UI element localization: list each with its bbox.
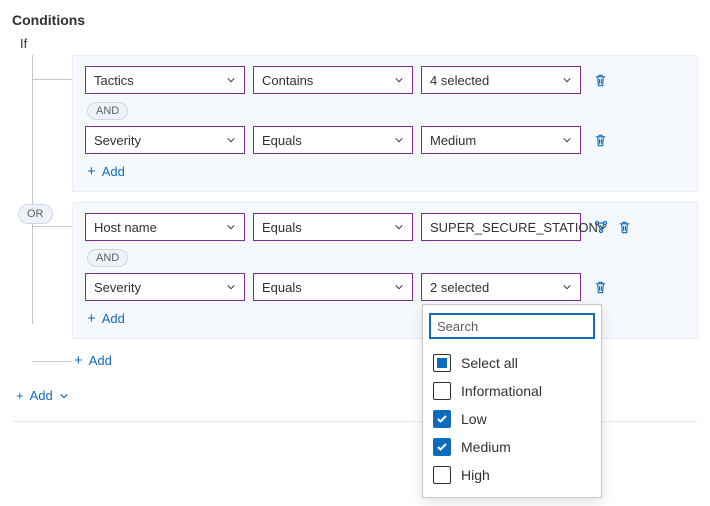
operator-select[interactable]: Equals — [253, 273, 413, 301]
value-text: 4 selected — [430, 73, 489, 88]
value-select-open[interactable]: 2 selected Select all Informational — [421, 273, 581, 301]
and-badge: AND — [87, 249, 128, 267]
operator-select[interactable]: Contains — [253, 66, 413, 94]
plus-icon: + — [87, 164, 96, 179]
field-value: Tactics — [94, 73, 134, 88]
add-rule-button[interactable]: + Add — [16, 388, 69, 403]
add-label: Add — [30, 388, 53, 403]
option-label: High — [461, 467, 490, 483]
option-label: Low — [461, 411, 487, 427]
value-select[interactable]: SUPER_SECURE_STATION — [421, 213, 581, 241]
operator-value: Equals — [262, 220, 302, 235]
or-badge: OR — [18, 204, 53, 224]
option-label: Medium — [461, 439, 511, 455]
conditions-tree: Tactics Contains 4 selected AND Se — [32, 55, 698, 372]
condition-row: Severity Equals Medium — [85, 126, 685, 154]
condition-row: Tactics Contains 4 selected — [85, 66, 685, 94]
checkbox-checked-icon — [433, 410, 451, 428]
checkbox-unchecked-icon — [433, 382, 451, 400]
delete-icon[interactable] — [617, 219, 633, 235]
chevron-down-icon — [562, 75, 572, 85]
condition-group-1: Tactics Contains 4 selected AND Se — [32, 55, 698, 192]
group-card: Host name Equals SUPER_SECURE_STATION AN… — [72, 202, 698, 339]
and-badge: AND — [87, 102, 128, 120]
delete-icon[interactable] — [593, 132, 609, 148]
option-high[interactable]: High — [429, 461, 595, 489]
chevron-down-icon — [226, 222, 236, 232]
multiselect-dropdown: Select all Informational Low Medium — [422, 304, 602, 498]
if-label: If — [20, 36, 698, 51]
checkbox-unchecked-icon — [433, 466, 451, 484]
operator-select[interactable]: Equals — [253, 213, 413, 241]
value-select[interactable]: Medium — [421, 126, 581, 154]
chevron-down-icon — [394, 75, 404, 85]
chevron-down-icon — [59, 391, 69, 401]
field-value: Host name — [94, 220, 157, 235]
field-value: Severity — [94, 280, 141, 295]
option-label: Informational — [461, 383, 542, 399]
chevron-down-icon — [226, 282, 236, 292]
value-text: 2 selected — [430, 280, 489, 295]
add-label: Add — [89, 353, 112, 368]
chevron-down-icon — [394, 135, 404, 145]
add-label: Add — [102, 164, 125, 179]
add-condition-button[interactable]: + Add — [85, 160, 127, 183]
dropdown-search-input[interactable] — [429, 313, 595, 339]
condition-group-2: Host name Equals SUPER_SECURE_STATION AN… — [32, 202, 698, 339]
checkbox-checked-icon — [433, 438, 451, 456]
chevron-down-icon — [394, 222, 404, 232]
field-select[interactable]: Host name — [85, 213, 245, 241]
operator-value: Contains — [262, 73, 313, 88]
operator-value: Equals — [262, 133, 302, 148]
field-value: Severity — [94, 133, 141, 148]
option-informational[interactable]: Informational — [429, 377, 595, 405]
field-select[interactable]: Severity — [85, 126, 245, 154]
condition-row: Host name Equals SUPER_SECURE_STATION — [85, 213, 685, 241]
add-group-button[interactable]: + Add — [72, 349, 114, 372]
option-low[interactable]: Low — [429, 405, 595, 433]
checkbox-indeterminate-icon — [433, 354, 451, 372]
chevron-down-icon — [598, 222, 608, 232]
page-title: Conditions — [12, 12, 698, 28]
value-text: SUPER_SECURE_STATION — [430, 220, 598, 235]
chevron-down-icon — [226, 75, 236, 85]
delete-icon[interactable] — [593, 279, 609, 295]
value-select[interactable]: 4 selected — [421, 66, 581, 94]
chevron-down-icon — [226, 135, 236, 145]
chevron-down-icon — [562, 282, 572, 292]
operator-select[interactable]: Equals — [253, 126, 413, 154]
plus-icon: + — [87, 311, 96, 326]
chevron-down-icon — [394, 282, 404, 292]
plus-icon: + — [16, 388, 24, 403]
group-card: Tactics Contains 4 selected AND Se — [72, 55, 698, 192]
add-label: Add — [102, 311, 125, 326]
option-medium[interactable]: Medium — [429, 433, 595, 461]
chevron-down-icon — [562, 135, 572, 145]
select-all-option[interactable]: Select all — [429, 349, 595, 377]
condition-row: Severity Equals 2 selected Select — [85, 273, 685, 301]
plus-icon: + — [74, 353, 83, 368]
operator-value: Equals — [262, 280, 302, 295]
field-select[interactable]: Tactics — [85, 66, 245, 94]
option-label: Select all — [461, 355, 518, 371]
delete-icon[interactable] — [593, 72, 609, 88]
add-condition-button[interactable]: + Add — [85, 307, 127, 330]
field-select[interactable]: Severity — [85, 273, 245, 301]
value-text: Medium — [430, 133, 476, 148]
